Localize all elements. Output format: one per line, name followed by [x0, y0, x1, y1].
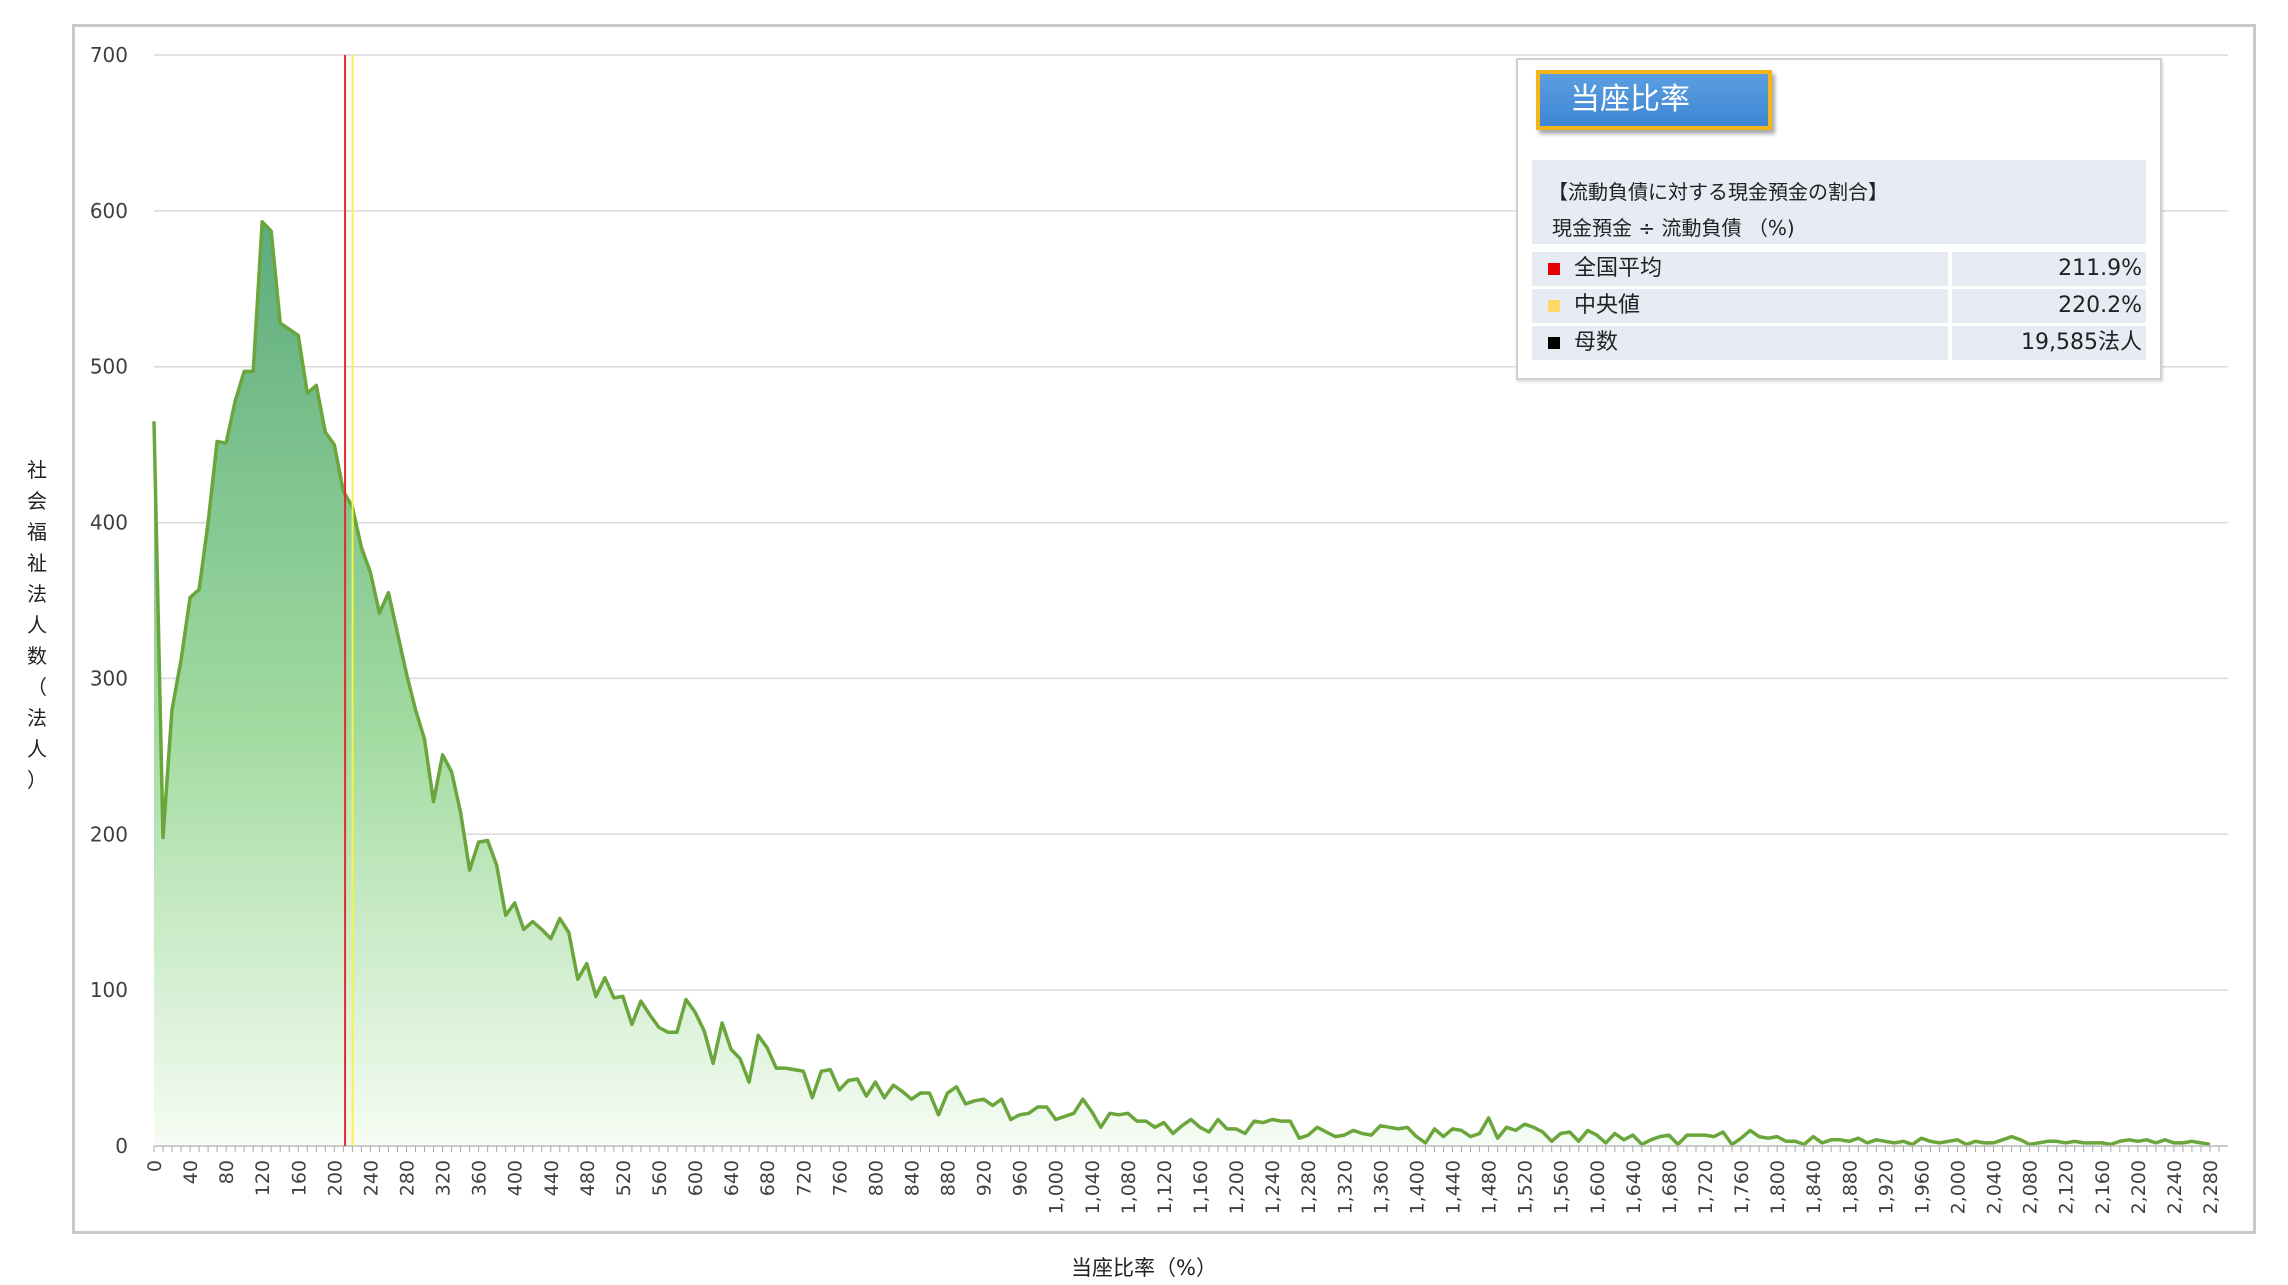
x-tick-label: 0: [144, 1160, 166, 1172]
x-tick-label: 360: [469, 1160, 491, 1196]
x-tick-label: 320: [433, 1160, 455, 1196]
x-tick-label: 600: [685, 1160, 707, 1196]
legend-value: 220.2%: [1952, 289, 2146, 323]
x-tick-label: 1,640: [1623, 1160, 1645, 1214]
legend-description: 【流動負債に対する現金預金の割合】 現金預金 ÷ 流動負債 （%): [1532, 160, 2146, 244]
x-tick-label: 1,240: [1262, 1160, 1284, 1214]
x-tick-label: 720: [793, 1160, 815, 1196]
x-tick-label: 1,880: [1839, 1160, 1861, 1214]
legend-title: 当座比率: [1536, 70, 1772, 130]
y-axis-label-char: ）: [27, 768, 47, 792]
x-tick-label: 560: [649, 1160, 671, 1196]
legend-label: 全国平均: [1574, 256, 1663, 281]
x-tick-label: 680: [757, 1160, 779, 1196]
y-tick-label: 200: [90, 822, 128, 846]
legend-row-median: 中央値 220.2%: [1532, 289, 2146, 323]
x-tick-label: 160: [288, 1160, 310, 1196]
y-axis-label-char: 法: [27, 706, 47, 730]
x-tick-label: 240: [360, 1160, 382, 1196]
x-tick-label: 1,160: [1190, 1160, 1212, 1214]
x-tick-label: 2,240: [2164, 1160, 2186, 1214]
y-axis-label: 社会福祉法人数（法人）: [18, 455, 56, 796]
y-tick-label: 0: [115, 1134, 128, 1158]
x-axis-ticks: 0 40 80 120 160 200 240 280 320 360 400 440 480 520 56…: [144, 1146, 2222, 1214]
x-tick-label: 1,440: [1443, 1160, 1465, 1214]
x-tick-label: 2,280: [2200, 1160, 2222, 1214]
legend-row-population: 母数 19,585法人: [1532, 326, 2146, 360]
x-tick-label: 1,960: [1911, 1160, 1933, 1214]
y-axis-label-char: 祉: [27, 551, 47, 575]
y-axis-label-char: 人: [27, 613, 47, 637]
x-tick-label: 1,080: [1118, 1160, 1140, 1214]
x-tick-label: 800: [865, 1160, 887, 1196]
x-tick-label: 1,000: [1046, 1160, 1068, 1214]
y-axis-label-char: 福: [27, 520, 47, 544]
x-tick-label: 2,080: [2020, 1160, 2042, 1214]
x-tick-label: 2,000: [1948, 1160, 1970, 1214]
x-tick-label: 1,680: [1659, 1160, 1681, 1214]
y-axis-ticks: 0 100 200 300 400 500 600 700: [90, 43, 128, 1158]
x-tick-label: 1,040: [1082, 1160, 1104, 1214]
x-tick-label: 1,280: [1298, 1160, 1320, 1214]
x-tick-label: 1,760: [1731, 1160, 1753, 1214]
y-tick-label: 600: [90, 199, 128, 223]
legend-row-average: 全国平均 211.9%: [1532, 252, 2146, 286]
y-tick-label: 500: [90, 355, 128, 379]
x-tick-label: 2,040: [1984, 1160, 2006, 1214]
x-tick-label: 200: [324, 1160, 346, 1196]
x-tick-label: 880: [938, 1160, 960, 1196]
y-axis-label-char: 法: [27, 582, 47, 606]
x-tick-label: 120: [252, 1160, 274, 1196]
legend-value: 19,585法人: [1952, 326, 2146, 360]
y-tick-label: 700: [90, 43, 128, 67]
x-tick-label: 920: [974, 1160, 996, 1196]
x-tick-label: 760: [829, 1160, 851, 1196]
x-axis-label: 当座比率（%）: [1071, 1256, 1217, 1280]
description-formula: 現金預金 ÷ 流動負債 （%): [1552, 216, 1795, 240]
y-axis-label-char: 人: [27, 737, 47, 761]
x-tick-label: 1,720: [1695, 1160, 1717, 1214]
x-tick-label: 2,160: [2092, 1160, 2114, 1214]
y-axis-label-char: （: [27, 675, 47, 699]
y-axis-label-char: 会: [27, 489, 47, 513]
legend-value: 211.9%: [1952, 252, 2146, 286]
x-tick-label: 1,600: [1587, 1160, 1609, 1214]
x-tick-label: 2,200: [2128, 1160, 2150, 1214]
x-tick-label: 1,320: [1334, 1160, 1356, 1214]
x-tick-label: 960: [1010, 1160, 1032, 1196]
x-tick-label: 1,520: [1515, 1160, 1537, 1214]
x-tick-label: 1,800: [1767, 1160, 1789, 1214]
x-tick-label: 440: [541, 1160, 563, 1196]
legend-label: 母数: [1574, 330, 1619, 355]
x-tick-label: 1,480: [1479, 1160, 1501, 1214]
y-tick-label: 100: [90, 978, 128, 1002]
x-tick-label: 1,840: [1803, 1160, 1825, 1214]
description-line-1: 【流動負債に対する現金預金の割合】: [1548, 180, 1888, 204]
x-tick-label: 1,400: [1406, 1160, 1428, 1214]
black-square-icon: [1548, 337, 1560, 349]
x-tick-label: 1,920: [1875, 1160, 1897, 1214]
x-tick-label: 840: [902, 1160, 924, 1196]
x-tick-label: 400: [505, 1160, 527, 1196]
y-axis-label-char: 数: [27, 644, 47, 668]
x-tick-label: 1,560: [1551, 1160, 1573, 1214]
y-tick-label: 300: [90, 666, 128, 690]
yellow-square-icon: [1548, 300, 1560, 312]
x-tick-label: 640: [721, 1160, 743, 1196]
x-tick-label: 520: [613, 1160, 635, 1196]
x-tick-label: 1,200: [1226, 1160, 1248, 1214]
legend-label: 中央値: [1574, 293, 1641, 318]
y-tick-label: 400: [90, 511, 128, 535]
x-tick-label: 2,120: [2056, 1160, 2078, 1214]
x-tick-label: 280: [397, 1160, 419, 1196]
x-tick-label: 80: [216, 1160, 238, 1184]
x-tick-label: 40: [180, 1160, 202, 1184]
red-square-icon: [1548, 263, 1560, 275]
x-tick-label: 1,120: [1154, 1160, 1176, 1214]
y-axis-label-char: 社: [27, 458, 47, 482]
legend-panel: 当座比率 【流動負債に対する現金預金の割合】 現金預金 ÷ 流動負債 （%) 全…: [1516, 58, 2162, 380]
x-tick-label: 1,360: [1370, 1160, 1392, 1214]
x-tick-label: 480: [577, 1160, 599, 1196]
